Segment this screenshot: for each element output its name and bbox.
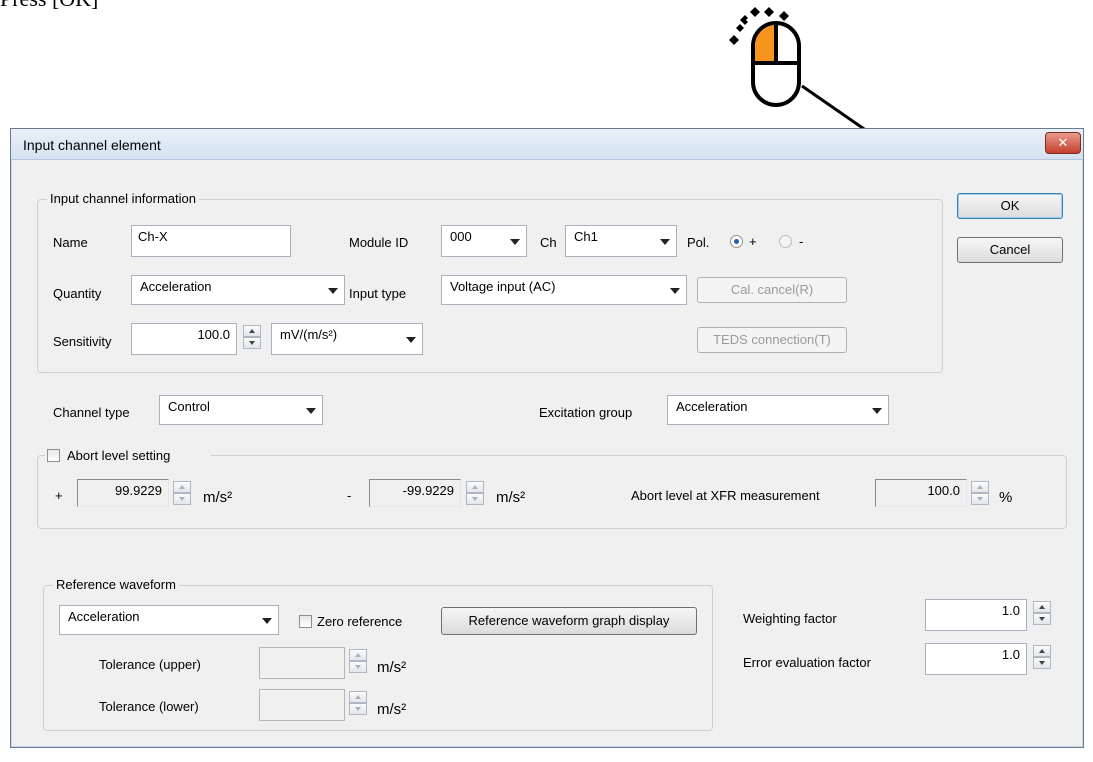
abort-plus-field[interactable]: 99.9229	[77, 479, 169, 507]
name-field[interactable]: Ch-X	[131, 225, 291, 257]
tolerance-lower-field[interactable]	[259, 689, 345, 721]
mouse-icon	[751, 21, 801, 107]
ch-value: Ch1	[574, 229, 598, 244]
cal-cancel-button[interactable]: Cal. cancel(R)	[697, 277, 847, 303]
xfr-abort-stepper[interactable]	[971, 481, 989, 505]
pol-label: Pol.	[687, 235, 710, 250]
spin-up-icon[interactable]	[349, 649, 367, 661]
chevron-down-icon	[660, 239, 670, 245]
reference-waveform-group-label: Reference waveform	[53, 577, 179, 592]
zero-reference-checkbox[interactable]	[299, 615, 312, 628]
weighting-factor-field[interactable]: 1.0	[925, 599, 1027, 631]
chevron-down-icon	[328, 288, 338, 294]
error-evaluation-factor-stepper[interactable]	[1033, 645, 1051, 669]
spin-down-icon[interactable]	[173, 493, 191, 505]
xfr-abort-label: Abort level at XFR measurement	[631, 488, 820, 503]
sensitivity-unit-value: mV/(m/s²)	[280, 327, 338, 342]
tolerance-upper-unit: m/s²	[377, 659, 407, 676]
sensitivity-stepper[interactable]	[243, 325, 261, 349]
reference-graph-button[interactable]: Reference waveform graph display	[441, 607, 697, 635]
quantity-value: Acceleration	[140, 279, 212, 294]
chevron-down-icon	[262, 618, 272, 624]
quantity-label: Quantity	[53, 286, 102, 301]
error-evaluation-factor-field[interactable]: 1.0	[925, 643, 1027, 675]
zero-reference-label: Zero reference	[317, 614, 403, 629]
excitation-group-select[interactable]: Acceleration	[667, 395, 889, 425]
xfr-abort-unit: %	[999, 489, 1013, 506]
channel-type-label: Channel type	[53, 405, 130, 420]
spin-up-icon[interactable]	[1033, 601, 1051, 613]
spin-up-icon[interactable]	[173, 481, 191, 493]
group-label-input-channel-info: Input channel information	[47, 191, 199, 206]
chevron-down-icon	[306, 408, 316, 414]
spin-up-icon[interactable]	[466, 481, 484, 493]
ch-select[interactable]: Ch1	[565, 225, 677, 257]
title-bar: Input channel element ✕	[11, 129, 1083, 160]
tolerance-upper-field[interactable]	[259, 647, 345, 679]
abort-minus-stepper[interactable]	[466, 481, 484, 505]
spin-down-icon[interactable]	[466, 493, 484, 505]
reference-waveform-value: Acceleration	[68, 609, 140, 624]
ch-label: Ch	[540, 235, 557, 250]
xfr-abort-field[interactable]: 100.0	[875, 479, 967, 507]
tolerance-lower-label: Tolerance (lower)	[99, 699, 199, 714]
abort-level-label: Abort level setting	[67, 448, 171, 463]
name-label: Name	[53, 235, 88, 250]
tolerance-lower-stepper[interactable]	[349, 691, 367, 715]
close-button[interactable]: ✕	[1045, 132, 1081, 154]
channel-type-select[interactable]: Control	[159, 395, 323, 425]
spin-down-icon[interactable]	[349, 703, 367, 715]
input-channel-dialog: Input channel element ✕ OK Cancel Input …	[10, 128, 1084, 748]
spin-down-icon[interactable]	[1033, 613, 1051, 625]
module-id-select[interactable]: 000	[441, 225, 527, 257]
pol-plus-radio[interactable]	[730, 235, 743, 248]
abort-level-checkbox[interactable]	[47, 449, 60, 462]
input-type-value: Voltage input (AC)	[450, 279, 556, 294]
spin-down-icon[interactable]	[971, 493, 989, 505]
chevron-down-icon	[872, 408, 882, 414]
spin-up-icon[interactable]	[349, 691, 367, 703]
pol-plus-label: +	[749, 234, 757, 249]
error-evaluation-factor-label: Error evaluation factor	[743, 655, 871, 670]
tolerance-upper-label: Tolerance (upper)	[99, 657, 201, 672]
spin-down-icon[interactable]	[243, 337, 261, 349]
chevron-down-icon	[670, 288, 680, 294]
weighting-factor-stepper[interactable]	[1033, 601, 1051, 625]
cancel-button[interactable]: Cancel	[957, 237, 1063, 263]
module-id-label: Module ID	[349, 235, 409, 250]
abort-minus-field[interactable]: -99.9229	[369, 479, 461, 507]
chevron-down-icon	[406, 337, 416, 343]
quantity-select[interactable]: Acceleration	[131, 275, 345, 305]
tolerance-lower-unit: m/s²	[377, 701, 407, 718]
input-type-select[interactable]: Voltage input (AC)	[441, 275, 687, 305]
input-type-label: Input type	[349, 286, 407, 301]
excitation-group-label: Excitation group	[539, 405, 633, 420]
weighting-factor-label: Weighting factor	[743, 611, 837, 626]
channel-type-value: Control	[168, 399, 210, 414]
abort-minus-unit: m/s²	[496, 489, 526, 506]
chevron-down-icon	[510, 239, 520, 245]
spin-up-icon[interactable]	[971, 481, 989, 493]
excitation-group-value: Acceleration	[676, 399, 748, 414]
spin-down-icon[interactable]	[349, 661, 367, 673]
dialog-title: Input channel element	[23, 137, 161, 153]
sensitivity-unit-select[interactable]: mV/(m/s²)	[271, 323, 423, 355]
abort-plus-sign: +	[55, 488, 63, 503]
spin-up-icon[interactable]	[243, 325, 261, 337]
tolerance-upper-stepper[interactable]	[349, 649, 367, 673]
sensitivity-label: Sensitivity	[53, 334, 112, 349]
spin-up-icon[interactable]	[1033, 645, 1051, 657]
teds-connection-button[interactable]: TEDS connection(T)	[697, 327, 847, 353]
abort-minus-sign: -	[347, 488, 352, 503]
abort-level-header: Abort level setting	[45, 447, 211, 465]
ok-button[interactable]: OK	[957, 193, 1063, 219]
pol-minus-label: -	[799, 234, 804, 249]
pol-minus-radio[interactable]	[779, 235, 792, 248]
abort-plus-unit: m/s²	[203, 489, 233, 506]
spin-down-icon[interactable]	[1033, 657, 1051, 669]
reference-waveform-select[interactable]: Acceleration	[59, 605, 279, 635]
abort-plus-stepper[interactable]	[173, 481, 191, 505]
sensitivity-field[interactable]: 100.0	[131, 323, 237, 355]
module-id-value: 000	[450, 229, 472, 244]
